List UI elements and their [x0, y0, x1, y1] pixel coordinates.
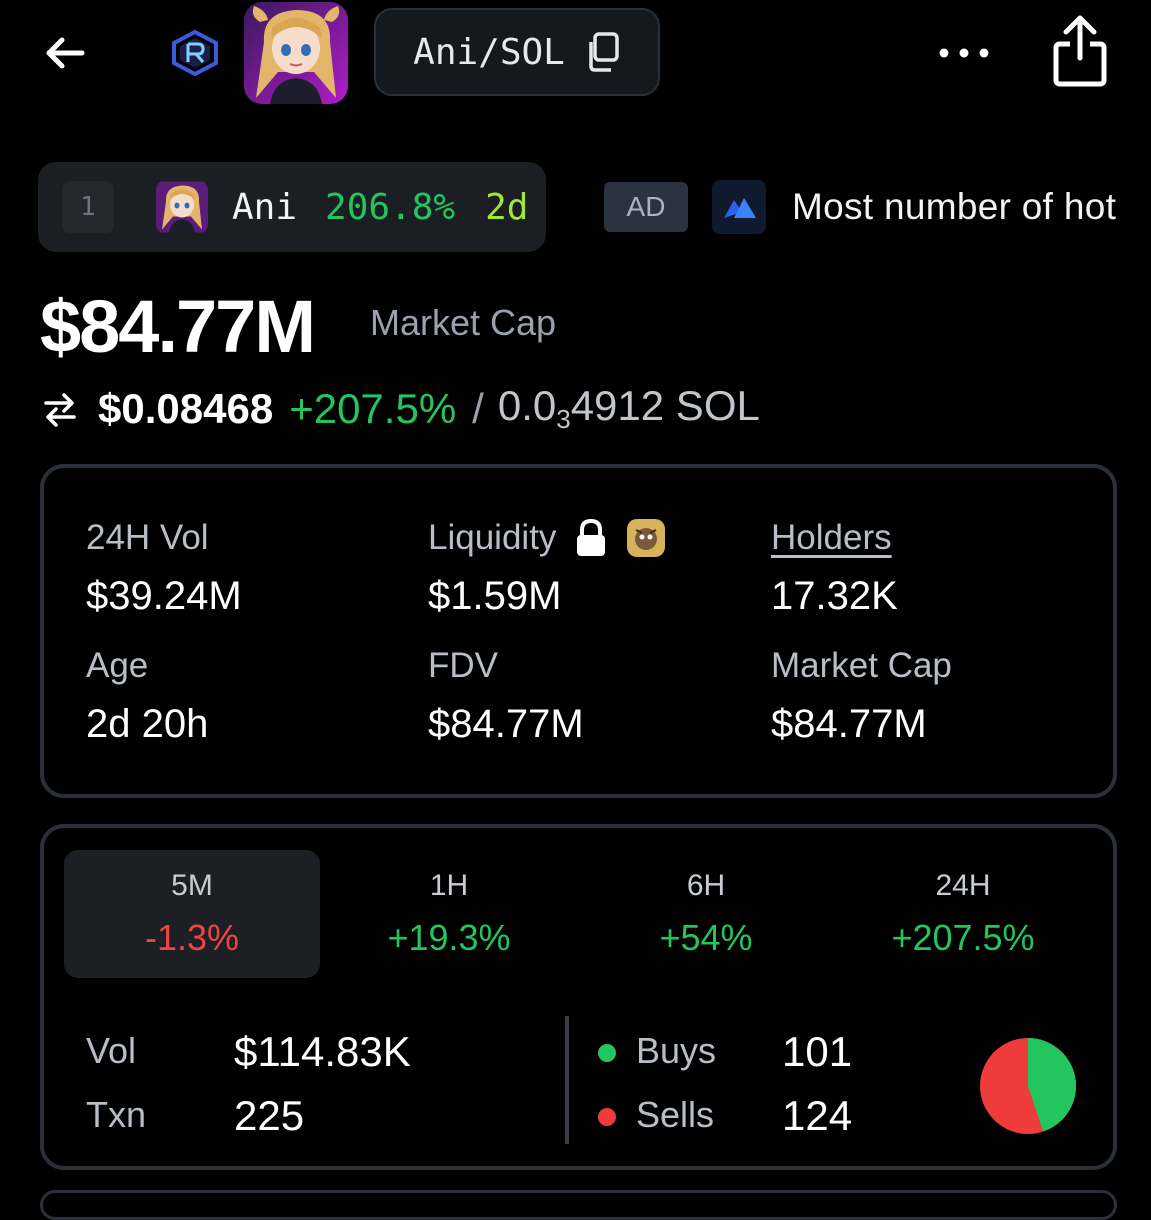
liquidity-label: Liquidity [428, 518, 557, 557]
tab-change: -1.3% [144, 917, 240, 958]
sells-value: 124 [782, 1092, 853, 1139]
back-arrow-icon [46, 37, 85, 69]
pair-selector[interactable]: Ani/SOL [374, 8, 660, 96]
next-card-edge [40, 1190, 1117, 1220]
age-label: Age [86, 646, 149, 685]
ad-logo-icon[interactable] [712, 180, 766, 234]
tab-label: 6H [686, 869, 726, 902]
trending-ticker[interactable]: 1 Ani 206.8% 2d [38, 162, 546, 252]
raydium-logo-icon [170, 29, 220, 77]
market-cap-label: Market Cap [370, 302, 557, 343]
vol-value: $114.83K [234, 1028, 411, 1075]
activity-divider [565, 1016, 569, 1144]
tab-24h[interactable]: 24H +207.5% [835, 850, 1091, 978]
token-price: $0.08468 [98, 384, 274, 432]
txn-label: Txn [86, 1094, 147, 1135]
locker-badge-icon[interactable] [626, 518, 666, 558]
tab-6h[interactable]: 6H +54% [578, 850, 834, 978]
copy-icon[interactable] [585, 32, 621, 72]
buys-dot [598, 1044, 616, 1062]
tab-label: 5M [171, 869, 213, 902]
vol-24h-value: $39.24M [86, 574, 242, 618]
fdv-value: $84.77M [428, 702, 584, 746]
fdv-label: FDV [428, 646, 498, 685]
sells-label: Sells [636, 1094, 715, 1135]
tab-1h[interactable]: 1H +19.3% [321, 850, 577, 978]
ticker-age: 2d [485, 186, 529, 228]
tab-change: +207.5% [891, 917, 1035, 958]
price-row: $0.08468 +207.5% / 0.034912 SOL [40, 382, 760, 435]
rank-badge: 1 [62, 181, 114, 233]
ad-badge: AD [604, 182, 688, 232]
market-cap-value: $84.77M [40, 285, 316, 368]
swap-arrows-icon[interactable] [40, 389, 80, 429]
back-button[interactable] [40, 28, 90, 78]
txn-value: 225 [234, 1092, 305, 1139]
sells-dot [598, 1108, 616, 1126]
vol-24h-label: 24H Vol [86, 518, 209, 557]
tab-5m[interactable]: 5M -1.3% [64, 850, 320, 978]
tab-label: 1H [429, 869, 469, 902]
price-change: +207.5% [289, 384, 457, 432]
age-value: 2d 20h [86, 702, 209, 746]
ticker-name: Ani [232, 186, 298, 228]
mcap-label: Market Cap [771, 646, 952, 685]
liquidity-value: $1.59M [428, 574, 562, 618]
ticker-change: 206.8% [325, 186, 456, 228]
ad-text[interactable]: Most number of hot [792, 186, 1116, 228]
tab-change: +19.3% [387, 917, 511, 958]
liquidity-label-group: Liquidity [428, 518, 666, 558]
sol-price: 0.034912 SOL [497, 382, 760, 434]
buy-sell-pie [980, 1038, 1077, 1134]
pair-label: Ani/SOL [413, 31, 565, 73]
holders-link[interactable]: Holders [771, 518, 892, 558]
lock-icon[interactable] [574, 518, 608, 558]
mcap-value: $84.77M [771, 702, 927, 746]
timeframe-card: 5M -1.3% 1H +19.3% 6H +54% 24H +207.5% V… [40, 824, 1117, 1170]
tab-change: +54% [659, 917, 753, 958]
share-icon [1053, 15, 1107, 87]
buys-value: 101 [782, 1028, 853, 1075]
timeframe-tabs: 5M -1.3% 1H +19.3% 6H +54% 24H +207.5% [64, 850, 1091, 978]
ticker-token-avatar [156, 180, 208, 234]
token-avatar[interactable] [244, 2, 348, 104]
stats-card: 24H Vol $39.24M Liquidity $1.59M Holders… [40, 464, 1117, 798]
tab-label: 24H [935, 869, 991, 902]
price-separator: / [472, 384, 484, 432]
more-options-button[interactable] [936, 30, 996, 76]
buys-label: Buys [636, 1030, 717, 1071]
share-button[interactable] [1048, 14, 1112, 90]
vol-label: Vol [86, 1030, 137, 1071]
holders-value: 17.32K [771, 574, 898, 618]
more-dots-icon [939, 48, 989, 58]
